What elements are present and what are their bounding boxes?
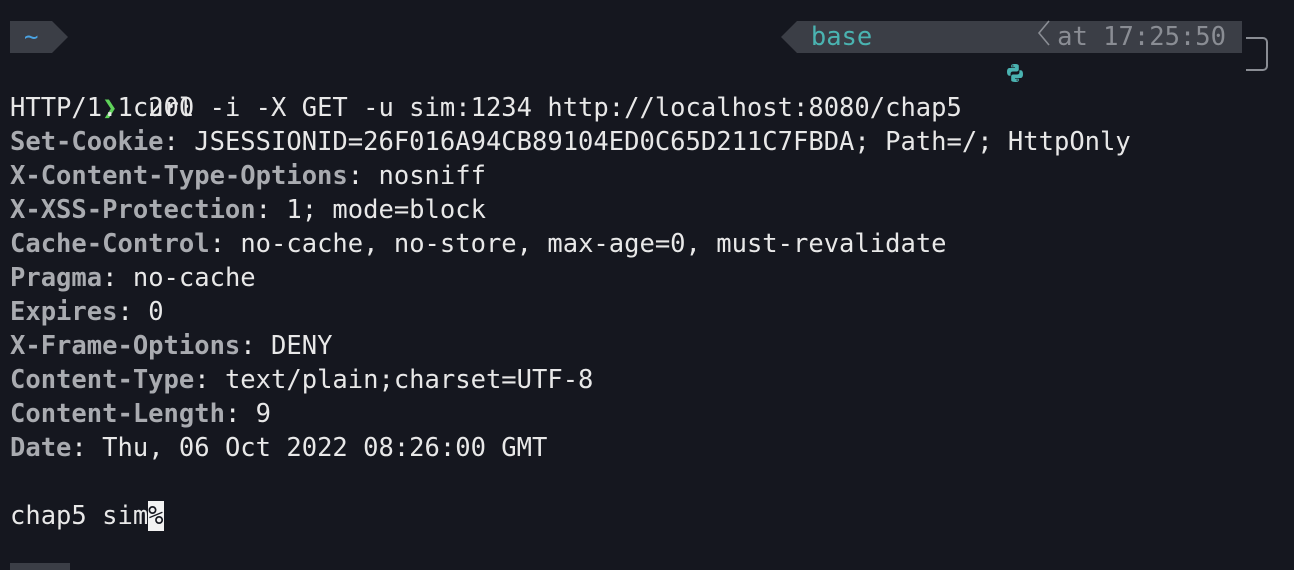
header-key: Content-Length xyxy=(10,399,225,429)
cwd-label: ~ xyxy=(10,21,53,53)
header-value: 0 xyxy=(148,297,164,327)
header-key: Content-Type xyxy=(10,365,195,395)
command-text: curl -i -X GET -u sim:1234 http://localh… xyxy=(132,93,962,123)
header-value: JSESSIONID=26F016A94CB89104ED0C65D211C7F… xyxy=(194,127,1131,157)
response-body-line: chap5 sim% xyxy=(10,499,1131,533)
prompt-right-segment: base at 17:25:50 xyxy=(780,20,1242,82)
header-line: Expires: 0 xyxy=(10,297,164,327)
header-line: X-XSS-Protection: 1; mode=block xyxy=(10,195,486,225)
header-line: Pragma: no-cache xyxy=(10,263,256,293)
header-key: X-Content-Type-Options xyxy=(10,161,348,191)
header-key: Expires xyxy=(10,297,118,327)
header-key: X-XSS-Protection xyxy=(10,195,256,225)
segment-arrow-icon xyxy=(52,21,69,53)
prompt-right-body: base at 17:25:50 xyxy=(796,20,1242,82)
header-line: Set-Cookie: JSESSIONID=26F016A94CB89104E… xyxy=(10,127,1131,157)
header-line: Content-Length: 9 xyxy=(10,399,272,429)
header-line: Cache-Control: no-cache, no-store, max-a… xyxy=(10,229,947,259)
header-value: Thu, 06 Oct 2022 08:26:00 GMT xyxy=(102,433,548,463)
header-key: Date xyxy=(10,433,72,463)
terminal-output: ❯ curl -i -X GET -u sim:1234 http://loca… xyxy=(10,57,1131,533)
header-value: no-cache, no-store, max-age=0, must-reva… xyxy=(240,229,947,259)
header-key: Cache-Control xyxy=(10,229,210,259)
python-icon xyxy=(882,27,1024,82)
prompt-cwd-segment: ~ xyxy=(10,21,69,53)
header-value: text/plain;charset=UTF-8 xyxy=(224,365,594,395)
conda-env-name: base xyxy=(810,22,873,52)
header-key: Set-Cookie xyxy=(10,127,164,157)
header-line: X-Content-Type-Options: nosniff xyxy=(10,161,486,191)
header-line: Date: Thu, 06 Oct 2022 08:26:00 GMT xyxy=(10,433,548,463)
header-line: X-Frame-Options: DENY xyxy=(10,331,333,361)
prompt-bracket-decoration xyxy=(1246,37,1268,71)
header-value: nosniff xyxy=(378,161,486,191)
segment-arrow-left-icon xyxy=(780,21,797,53)
time-at-label: at xyxy=(1057,22,1088,52)
header-value: no-cache xyxy=(132,263,256,293)
header-key: X-Frame-Options xyxy=(10,331,241,361)
header-value: 9 xyxy=(255,399,272,429)
response-body: chap5 sim xyxy=(10,501,149,531)
terminal-window[interactable]: ~ base at 17:25:50 ❯ curl -i -X GET -u s… xyxy=(0,0,1294,570)
header-value: DENY xyxy=(271,331,333,361)
header-value: 1; mode=block xyxy=(286,195,486,225)
terminal-cursor[interactable]: % xyxy=(148,501,164,531)
command-line: ❯ curl -i -X GET -u sim:1234 http://loca… xyxy=(10,57,1131,123)
header-key: Pragma xyxy=(10,263,103,293)
prompt-time: 17:25:50 xyxy=(1103,22,1226,52)
header-line: Content-Type: text/plain;charset=UTF-8 xyxy=(10,365,594,395)
next-prompt-segment xyxy=(10,563,70,570)
